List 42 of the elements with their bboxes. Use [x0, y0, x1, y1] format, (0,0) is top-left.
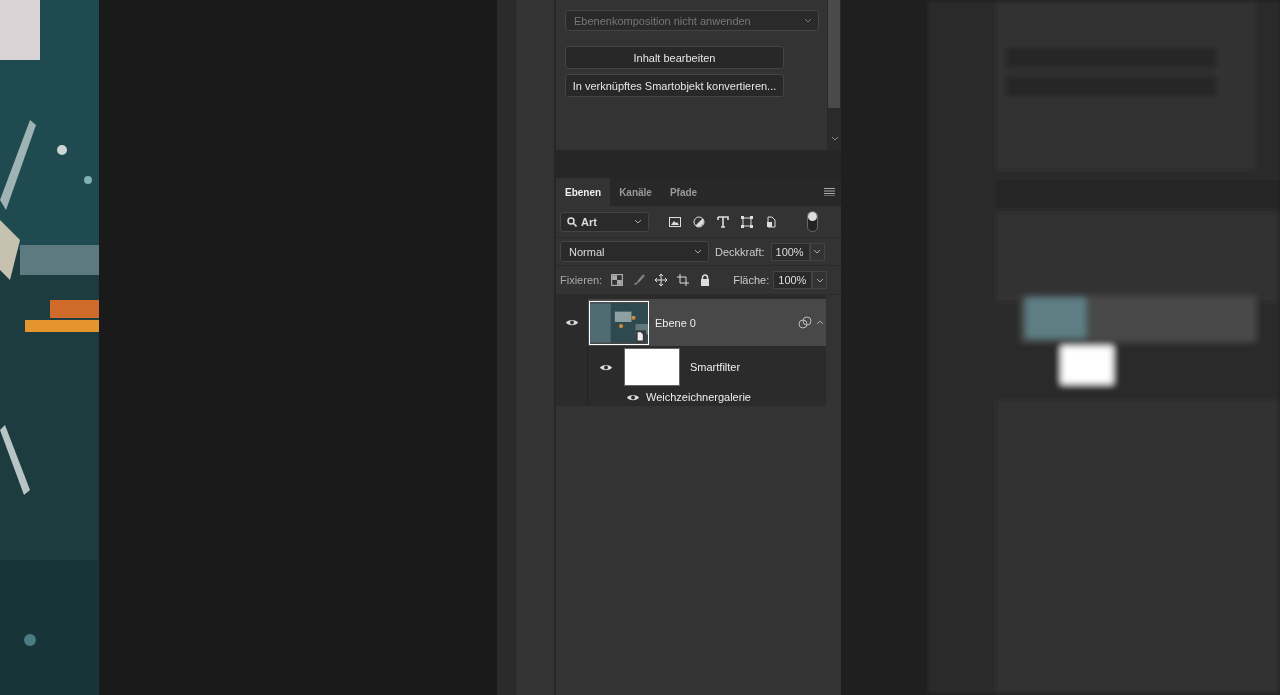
- menu-icon[interactable]: [824, 188, 835, 196]
- chevron-icon: [831, 136, 839, 141]
- filter-toggle[interactable]: [807, 211, 818, 232]
- filter-mask-thumbnail: [624, 348, 680, 386]
- collapse-icon[interactable]: [816, 320, 824, 325]
- blend-mode-dropdown[interactable]: Normal: [560, 241, 709, 262]
- chevron-icon: [634, 219, 642, 224]
- action-button[interactable]: Inhalt bearbeiten: [565, 46, 784, 69]
- action-button[interactable]: In verknüpftes Smartobjekt konvertieren...: [565, 74, 784, 97]
- transform-icon[interactable]: [741, 215, 753, 228]
- opacity-field[interactable]: 100%: [770, 242, 810, 261]
- layer-row[interactable]: Ebene 0: [588, 299, 826, 346]
- lock-icon[interactable]: [699, 274, 712, 286]
- filter-name[interactable]: Weichzeichnergalerie: [646, 391, 751, 403]
- filter-dropdown[interactable]: Art: [560, 211, 649, 232]
- smart-filter-icon: [798, 315, 812, 330]
- image-icon[interactable]: [669, 215, 681, 228]
- panel-tab[interactable]: Pfade: [660, 178, 707, 206]
- scrollbar[interactable]: [827, 0, 841, 150]
- crop-icon[interactable]: [677, 274, 690, 286]
- search-icon: [567, 216, 577, 227]
- checkerboard-icon[interactable]: [611, 274, 624, 286]
- eye-icon[interactable]: [599, 362, 613, 372]
- fill-field[interactable]: 100%: [773, 271, 813, 289]
- fill-label: Fläche:: [733, 274, 770, 286]
- brush-icon[interactable]: [633, 274, 646, 286]
- layer-thumbnail: [590, 301, 648, 344]
- move-icon[interactable]: [655, 274, 668, 286]
- panel-tab[interactable]: Kanäle: [610, 178, 661, 206]
- chevron-icon: [813, 249, 821, 254]
- eye-icon[interactable]: [626, 392, 640, 402]
- half-circle-icon[interactable]: [693, 215, 705, 228]
- chevron-icon: [694, 249, 702, 254]
- smart-filter-label[interactable]: Smartfilter: [690, 361, 741, 373]
- lock-label: Fixieren:: [560, 274, 603, 286]
- text-icon[interactable]: [717, 215, 729, 228]
- opacity-label: Deckkraft:: [715, 245, 765, 258]
- chevron-icon: [804, 18, 812, 23]
- eye-icon[interactable]: [565, 318, 579, 327]
- panel-tab[interactable]: Ebenen: [556, 178, 611, 206]
- smart-object-icon[interactable]: [765, 215, 777, 228]
- chevron-icon: [815, 277, 824, 283]
